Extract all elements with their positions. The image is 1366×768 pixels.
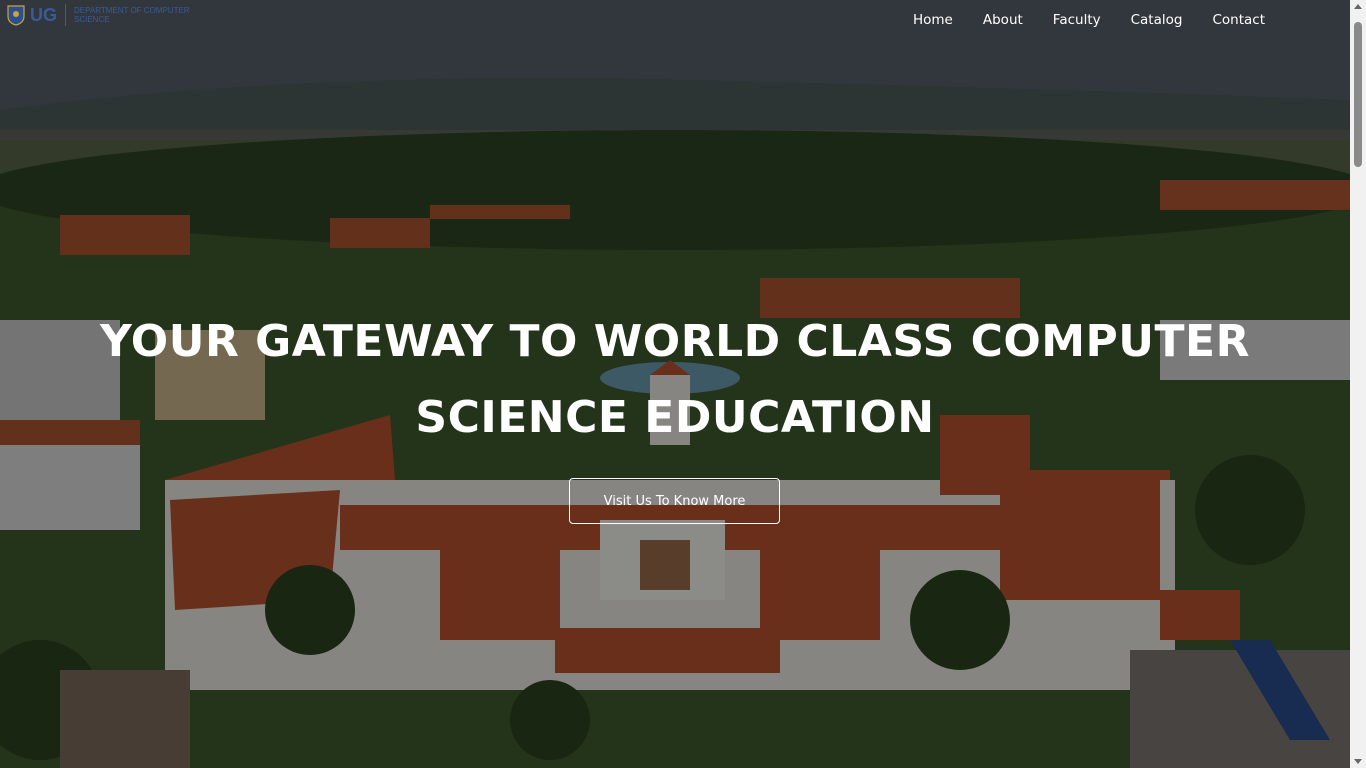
nav-contact[interactable]: Contact (1212, 12, 1265, 28)
scroll-up-arrow-icon[interactable] (1354, 4, 1362, 9)
nav-home[interactable]: Home (913, 12, 953, 28)
nav-faculty[interactable]: Faculty (1053, 12, 1101, 28)
department-logo[interactable]: UG DEPARTMENT OF COMPUTER SCIENCE (6, 4, 194, 26)
scroll-down-arrow-icon[interactable] (1354, 759, 1362, 764)
page-scrollbar[interactable] (1350, 0, 1366, 768)
hero-headline-line-1: YOUR GATEWAY TO WORLD CLASS COMPUTER (100, 316, 1250, 367)
hero-section: UG DEPARTMENT OF COMPUTER SCIENCE Home A… (0, 0, 1350, 768)
top-navbar: UG DEPARTMENT OF COMPUTER SCIENCE Home A… (0, 0, 1350, 44)
nav-about[interactable]: About (983, 12, 1023, 28)
scrollbar-thumb[interactable] (1354, 22, 1362, 167)
main-nav: Home About Faculty Catalog Contact (913, 12, 1265, 28)
university-crest-icon (7, 5, 25, 26)
logo-divider (65, 4, 66, 26)
logo-department-text: DEPARTMENT OF COMPUTER SCIENCE (74, 6, 190, 24)
nav-catalog[interactable]: Catalog (1131, 12, 1183, 28)
hero-headline: YOUR GATEWAY TO WORLD CLASS COMPUTER SCI… (0, 304, 1350, 456)
hero-headline-line-2: SCIENCE EDUCATION (415, 392, 935, 443)
logo-ug-text: UG (30, 4, 57, 25)
visit-us-button[interactable]: Visit Us To Know More (569, 478, 780, 524)
